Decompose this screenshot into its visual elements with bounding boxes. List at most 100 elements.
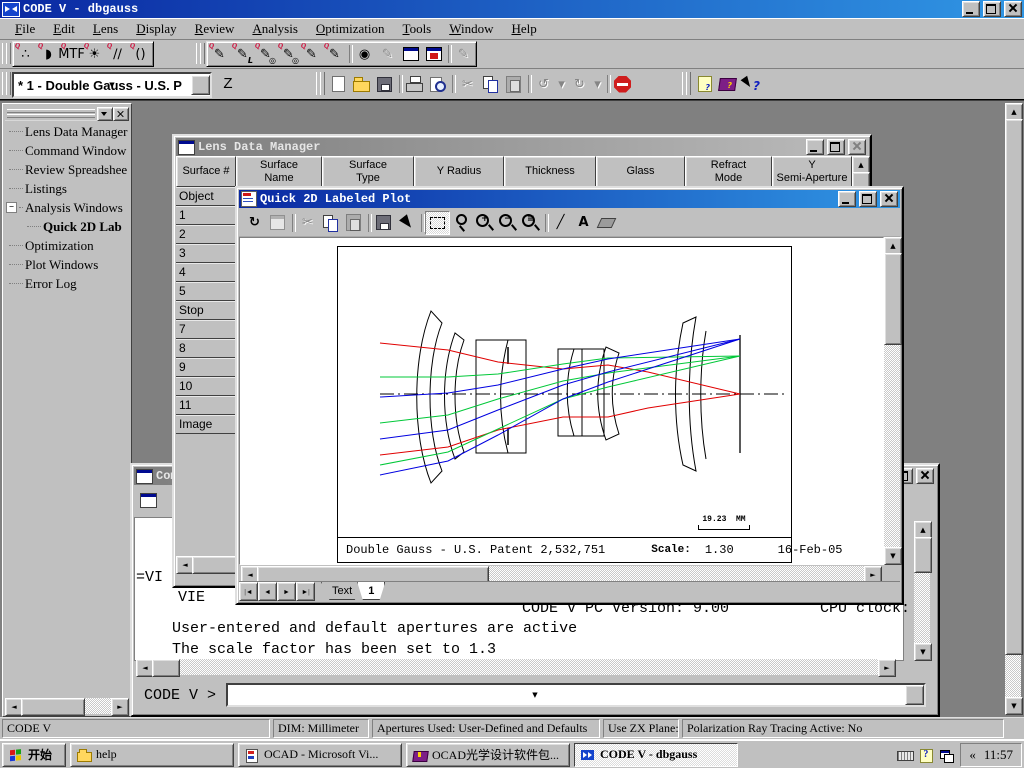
navigation-hscrollbar[interactable] bbox=[5, 698, 129, 714]
quick-psf-icon[interactable]: ☀ Q bbox=[83, 43, 106, 65]
tree-item[interactable]: − Analysis Windows bbox=[5, 198, 129, 217]
column-header[interactable]: Surface Name bbox=[236, 156, 322, 187]
taskbar-button[interactable]: OCAD光学设计软件包... bbox=[406, 743, 570, 767]
close-button[interactable] bbox=[1004, 1, 1022, 17]
plot-titlebar[interactable]: Quick 2D Labeled Plot bbox=[239, 190, 900, 208]
plot-hscrollbar[interactable] bbox=[241, 566, 882, 582]
taskbar-button[interactable]: help bbox=[70, 743, 234, 767]
surface-properties-icon[interactable]: ✎ bbox=[376, 43, 399, 65]
prev-page-button[interactable]: ◄ bbox=[258, 582, 277, 601]
tree-item[interactable]: Listings bbox=[5, 179, 129, 198]
edit-surface-data-icon[interactable]: ✎ Q bbox=[208, 43, 231, 65]
column-header[interactable]: Surface # bbox=[176, 156, 236, 187]
zoom-in-icon[interactable]: + bbox=[473, 212, 496, 234]
context-help-icon[interactable]: ? bbox=[739, 73, 762, 95]
command-input[interactable] bbox=[226, 683, 926, 707]
scroll-right-button[interactable] bbox=[111, 698, 129, 716]
print-icon[interactable] bbox=[403, 73, 426, 95]
menu-item[interactable]: Optimization bbox=[307, 19, 394, 39]
listing-window-icon[interactable] bbox=[422, 43, 445, 65]
ldm-close-button[interactable] bbox=[848, 139, 866, 155]
menu-item[interactable]: Window bbox=[440, 19, 502, 39]
quick-vie-icon[interactable]: () Q bbox=[129, 43, 152, 65]
maximize-button[interactable] bbox=[983, 1, 1001, 17]
plot-properties-icon[interactable] bbox=[266, 212, 289, 234]
cmd-hscrollbar[interactable] bbox=[136, 659, 896, 675]
next-page-button[interactable]: ► bbox=[277, 582, 296, 601]
menu-item[interactable]: Lens bbox=[84, 19, 127, 39]
quick-mtf-icon[interactable]: MTF Q bbox=[60, 43, 83, 65]
row-header[interactable]: 1 bbox=[176, 206, 236, 225]
keyboard-tray-icon[interactable] bbox=[897, 748, 913, 762]
scroll-thumb[interactable] bbox=[21, 698, 85, 716]
ldm-titlebar[interactable]: Lens Data Manager bbox=[176, 138, 868, 156]
quick-spot-diagram-icon[interactable]: ∴ Q bbox=[14, 43, 37, 65]
edit-wavelengths-icon[interactable]: ✎ Q bbox=[300, 43, 323, 65]
tree-expander-icon[interactable]: − bbox=[6, 202, 17, 213]
cmd-vscrollbar[interactable] bbox=[914, 521, 930, 661]
tree-item[interactable]: Command Window bbox=[5, 141, 129, 160]
plot-save-icon[interactable] bbox=[372, 212, 395, 234]
menu-item[interactable]: Analysis bbox=[243, 19, 307, 39]
row-header[interactable]: Object bbox=[176, 187, 236, 206]
paste-icon[interactable] bbox=[502, 73, 525, 95]
tree-item[interactable]: Lens Data Manager bbox=[5, 122, 129, 141]
menu-item[interactable]: Display bbox=[127, 19, 185, 39]
row-header[interactable]: Image bbox=[176, 415, 236, 434]
row-header[interactable]: Stop bbox=[176, 301, 236, 320]
taskbar-button[interactable]: OCAD - Microsoft Vi... bbox=[238, 743, 402, 767]
ldm-maximize-button[interactable] bbox=[827, 139, 845, 155]
open-icon[interactable] bbox=[350, 73, 373, 95]
ldm-minimize-button[interactable] bbox=[806, 139, 824, 155]
stop-icon[interactable] bbox=[611, 73, 634, 95]
row-header[interactable]: 11 bbox=[176, 396, 236, 415]
row-header[interactable]: 3 bbox=[176, 244, 236, 263]
column-header[interactable]: Y Semi-Aperture bbox=[772, 156, 852, 187]
remove-surface-icon[interactable]: ✎ bbox=[452, 43, 475, 65]
column-header[interactable]: Thickness bbox=[504, 156, 596, 187]
minimize-button[interactable] bbox=[962, 1, 980, 17]
redo-icon[interactable]: ↻ bbox=[568, 73, 591, 95]
refresh-icon[interactable]: ↻ bbox=[243, 212, 266, 234]
plot-canvas-area[interactable]: 19.23 MM Double Gauss - U.S. Patent 2,53… bbox=[239, 237, 884, 565]
edit-lens-data-icon[interactable]: ✎ Q L bbox=[231, 43, 254, 65]
select-pointer-icon[interactable] bbox=[395, 212, 418, 234]
zoom-full-icon[interactable]: ≡ bbox=[519, 212, 542, 234]
row-header[interactable]: 8 bbox=[176, 339, 236, 358]
column-header[interactable]: Refract Mode bbox=[685, 156, 772, 187]
quick-fan-plot-icon[interactable]: ◗ Q bbox=[37, 43, 60, 65]
edit-system-data-icon[interactable]: ✎ Q ◎ bbox=[254, 43, 277, 65]
column-header[interactable]: Y Radius bbox=[414, 156, 504, 187]
lens-selector-dropdown-icon[interactable] bbox=[191, 75, 210, 95]
plot-vscrollbar[interactable] bbox=[884, 237, 900, 565]
zoom-lens-button[interactable]: Z bbox=[216, 72, 240, 94]
panel-menu-button[interactable] bbox=[97, 107, 113, 121]
plot-copy-icon[interactable] bbox=[319, 212, 342, 234]
zoom-pointer-icon[interactable] bbox=[450, 212, 473, 234]
edit-fields-icon[interactable]: ✎ Q bbox=[323, 43, 346, 65]
eraser-icon[interactable] bbox=[595, 212, 618, 234]
mdi-vscrollbar[interactable] bbox=[1005, 103, 1021, 715]
menu-item[interactable]: File bbox=[6, 19, 44, 39]
system-settings-icon[interactable]: ◉ bbox=[353, 43, 376, 65]
start-button[interactable]: 开始 bbox=[2, 743, 66, 767]
cmd-close-button[interactable] bbox=[916, 468, 934, 484]
plot-cut-icon[interactable]: ✂ bbox=[296, 212, 319, 234]
undo-drop-icon[interactable]: ▾ bbox=[555, 73, 568, 95]
plot-tab[interactable]: 1 bbox=[357, 582, 385, 600]
help-book-icon[interactable]: ? bbox=[716, 73, 739, 95]
command-doc-icon[interactable] bbox=[140, 493, 157, 508]
menu-item[interactable]: Help bbox=[502, 19, 545, 39]
copy-icon[interactable] bbox=[479, 73, 502, 95]
print-preview-icon[interactable] bbox=[426, 73, 449, 95]
first-page-button[interactable]: |◄ bbox=[239, 582, 258, 601]
main-titlebar[interactable]: CODE V - dbgauss bbox=[0, 0, 1024, 18]
row-header[interactable]: 4 bbox=[176, 263, 236, 282]
help-topics-icon[interactable]: ? bbox=[693, 73, 716, 95]
row-header[interactable]: 10 bbox=[176, 377, 236, 396]
tree-item[interactable]: Optimization bbox=[5, 236, 129, 255]
quick-rayfan-icon[interactable]: ∕∕ Q bbox=[106, 43, 129, 65]
save-icon[interactable] bbox=[373, 73, 396, 95]
window-layers-tray-icon[interactable] bbox=[939, 748, 955, 762]
tree-item[interactable]: Review Spreadshee bbox=[5, 160, 129, 179]
